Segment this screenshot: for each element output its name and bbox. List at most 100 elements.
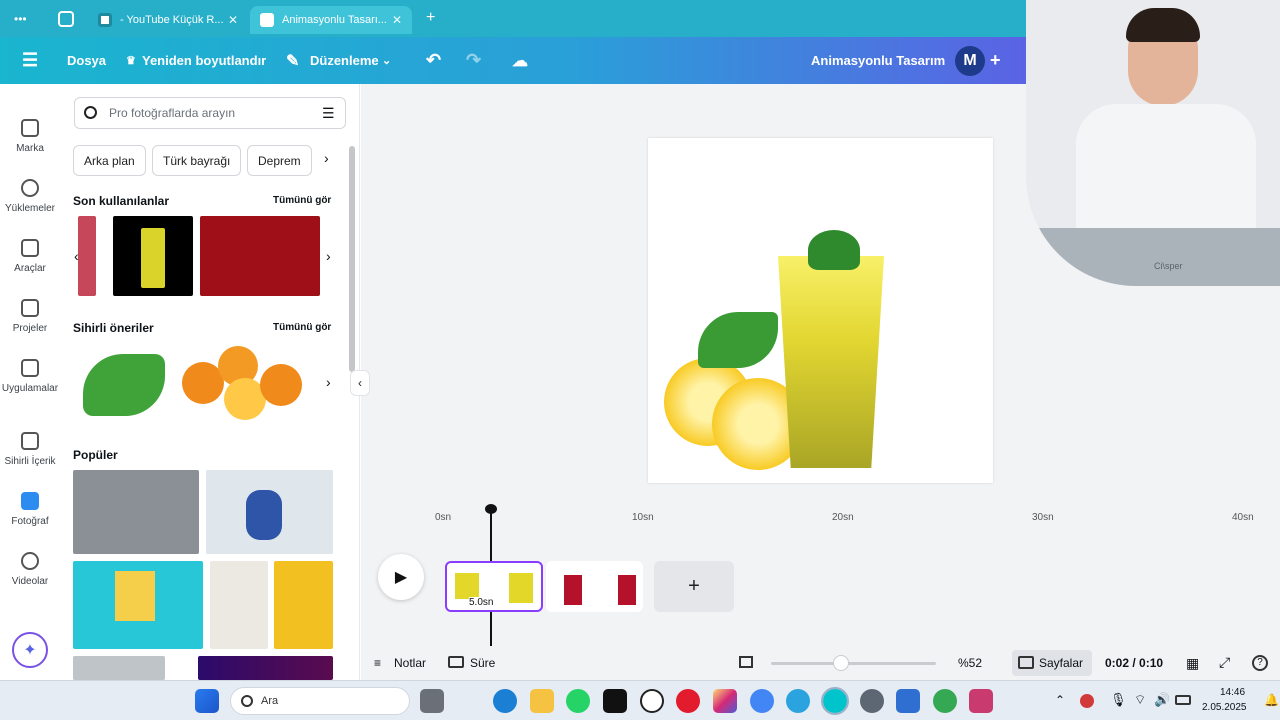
photo-search-input[interactable]: Pro fotoğraflarda arayın — [74, 97, 346, 129]
edit-mode-button[interactable]: Düzenleme — [310, 37, 379, 84]
timeline-clip-selected[interactable]: 5.0sn — [445, 561, 543, 612]
play-button[interactable]: ▶ — [378, 554, 424, 600]
chevron-down-icon[interactable]: ⌄ — [382, 37, 391, 84]
rail-item-label: Fotoğraf — [11, 516, 49, 527]
telegram-icon[interactable] — [786, 689, 810, 713]
microphone-icon[interactable]: 🎙 — [1110, 692, 1127, 708]
panel-scrollbar[interactable] — [349, 146, 355, 372]
clock-time[interactable]: 14:46 — [1220, 687, 1245, 698]
settings-icon[interactable] — [860, 689, 884, 713]
close-tab-icon[interactable]: ✕ — [228, 13, 238, 27]
avatar[interactable]: M — [955, 46, 985, 76]
rail-item-label: Sihirli İçerik — [4, 456, 56, 467]
browser-menu-icon[interactable]: ••• — [14, 12, 27, 26]
volume-icon[interactable]: 🔊 — [1154, 692, 1170, 708]
chip-earthquake[interactable]: Deprem — [247, 145, 312, 176]
rail-item-magic-media[interactable]: Sihirli İçerik — [0, 432, 60, 467]
redo-icon[interactable]: ↷ — [466, 37, 481, 84]
pencil-icon: ✎ — [286, 52, 300, 70]
zoom-level[interactable]: %52 — [958, 656, 982, 670]
magic-thumb-oranges[interactable] — [178, 342, 304, 424]
page-view-icon[interactable] — [739, 656, 753, 668]
rail-item-photos[interactable]: Fotoğraf — [0, 492, 60, 527]
opera-icon[interactable] — [676, 689, 700, 713]
rail-item-projects[interactable]: Projeler — [0, 299, 60, 334]
menu-icon[interactable]: ☰ — [22, 37, 38, 84]
chrome-profile-icon[interactable] — [933, 689, 957, 713]
recent-thumb-drink[interactable] — [78, 216, 96, 296]
canva-icon[interactable] — [821, 687, 849, 715]
task-view-icon[interactable] — [420, 689, 444, 713]
snipping-tool-icon[interactable] — [969, 689, 993, 713]
magic-thumb-mint[interactable] — [75, 342, 173, 424]
photos-panel: Pro fotoğraflarda arayın ☰ Arka plan Tür… — [60, 84, 360, 680]
lemonade-glass-image[interactable] — [778, 256, 884, 468]
popular-thumb-couple[interactable] — [206, 470, 333, 554]
rail-item-videos[interactable]: Videolar — [0, 552, 60, 587]
help-button[interactable]: ? — [1252, 655, 1268, 671]
recent-thumb-cherries[interactable] — [200, 216, 320, 296]
popular-thumb-woman[interactable] — [210, 561, 268, 649]
workspace-icon[interactable] — [58, 11, 74, 27]
zoom-slider-thumb[interactable] — [833, 655, 849, 671]
chevron-right-icon[interactable]: › — [326, 374, 331, 390]
instagram-icon[interactable] — [713, 689, 737, 713]
rail-item-tools[interactable]: Araçlar — [0, 239, 60, 274]
cloud-saved-icon[interactable]: ☁ — [512, 37, 528, 84]
design-title[interactable]: Animasyonlu Tasarım — [811, 37, 945, 84]
chevron-left-icon[interactable]: ‹ — [74, 248, 79, 264]
design-page[interactable] — [648, 138, 993, 483]
notes-button[interactable]: Notlar — [394, 656, 426, 670]
add-page-button[interactable]: + — [654, 561, 734, 612]
add-collaborator-button[interactable]: + — [990, 37, 1001, 84]
grid-view-icon[interactable]: ▦ — [1186, 655, 1199, 672]
mint-garnish-image[interactable] — [808, 230, 860, 270]
battery-icon[interactable] — [1175, 695, 1191, 705]
chip-background[interactable]: Arka plan — [73, 145, 146, 176]
mint-leaf-image[interactable] — [698, 312, 778, 368]
remote-desktop-icon[interactable] — [896, 689, 920, 713]
undo-icon[interactable]: ↶ — [426, 37, 441, 84]
recent-thumb-lemonade[interactable] — [113, 216, 193, 296]
filter-icon[interactable]: ☰ — [322, 105, 335, 122]
new-tab-button[interactable]: + — [426, 9, 435, 27]
chatgpt-icon[interactable] — [640, 689, 664, 713]
whatsapp-icon[interactable] — [566, 689, 590, 713]
chevron-right-icon[interactable]: › — [326, 248, 331, 264]
edge-icon[interactable] — [493, 689, 517, 713]
timeline-clip[interactable] — [546, 561, 643, 612]
notification-bell-icon[interactable]: 🔔 — [1264, 693, 1279, 707]
popular-thumb-gradient[interactable] — [198, 656, 333, 680]
chevron-right-icon[interactable]: › — [324, 150, 329, 166]
duration-button[interactable]: Süre — [470, 656, 495, 670]
popular-thumb-yellow[interactable] — [274, 561, 333, 649]
fullscreen-icon[interactable]: ⤢ — [1219, 654, 1230, 671]
recent-see-all-link[interactable]: Tümünü gör — [273, 195, 331, 206]
resize-button[interactable]: Yeniden boyutlandır — [142, 37, 266, 84]
popular-thumb-hands[interactable] — [73, 561, 203, 649]
rail-item-apps[interactable]: Uygulamalar — [0, 359, 60, 394]
rail-item-uploads[interactable]: Yüklemeler — [0, 179, 60, 214]
chip-turkish-flag[interactable]: Türk bayrağı — [152, 145, 242, 176]
magic-assistant-button[interactable]: ✦ — [12, 632, 48, 668]
rail-item-brand[interactable]: Marka — [0, 119, 60, 154]
playhead-handle-icon[interactable] — [485, 504, 497, 514]
popular-thumb-office[interactable] — [73, 470, 199, 554]
file-menu-button[interactable]: Dosya — [67, 37, 106, 84]
tab-canva[interactable]: Animasyonlu Tasarı... ✕ — [250, 6, 412, 34]
tab-youtube[interactable]: - YouTube Küçük R... ✕ — [88, 6, 248, 34]
taskbar-search[interactable]: Ara — [230, 687, 410, 715]
close-tab-icon[interactable]: ✕ — [392, 13, 402, 27]
clock-date[interactable]: 2.05.2025 — [1202, 702, 1247, 713]
file-explorer-icon[interactable] — [530, 689, 554, 713]
capcut-icon[interactable] — [603, 689, 627, 713]
tray-app-icon[interactable] — [1080, 694, 1094, 708]
zoom-slider-track[interactable] — [771, 662, 936, 665]
wifi-icon[interactable]: ⌔ — [1134, 692, 1146, 708]
start-icon[interactable] — [195, 689, 219, 713]
tray-chevron-icon[interactable]: ⌃ — [1055, 693, 1065, 707]
collapse-panel-button[interactable]: ‹ — [350, 370, 370, 396]
chrome-icon[interactable] — [750, 689, 774, 713]
magic-see-all-link[interactable]: Tümünü gör — [273, 322, 331, 333]
popular-thumb-laptop[interactable] — [73, 656, 165, 680]
